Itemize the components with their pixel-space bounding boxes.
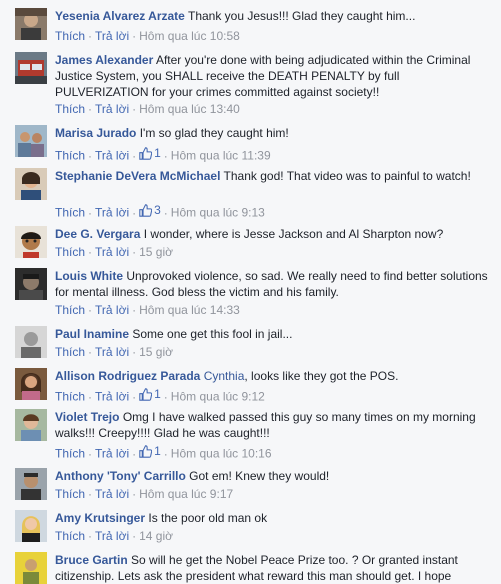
reply-button[interactable]: Trả lời: [95, 206, 129, 220]
like-count[interactable]: 1: [139, 386, 161, 402]
reply-button[interactable]: Trả lời: [95, 303, 129, 317]
comment-text: , looks like they got the POS.: [244, 369, 399, 383]
reply-button[interactable]: Trả lời: [95, 487, 129, 501]
comment-author[interactable]: Yesenia Alvarez Arzate: [55, 9, 185, 23]
comment-text: Thank you Jesus!!! Glad they caught him.…: [187, 9, 416, 23]
avatar[interactable]: [15, 468, 47, 500]
timestamp[interactable]: Hôm qua lúc 13:40: [139, 102, 240, 116]
avatar[interactable]: [15, 125, 47, 157]
avatar[interactable]: [15, 326, 47, 358]
thumbs-up-icon: [139, 387, 153, 401]
comment-text: I wonder, where is Jesse Jackson and Al …: [143, 227, 444, 241]
comment-actions: Thích · Trả lời · 1 · Hôm qua lúc 10:16: [55, 443, 272, 461]
comment-actions: Thích · Trả lời · Hôm qua lúc 13:40: [55, 102, 240, 116]
comment-actions: Thích · Trả lời · 3 · Hôm qua lúc 9:13: [55, 202, 265, 220]
comment-author[interactable]: Dee G. Vergara: [55, 227, 140, 241]
like-button[interactable]: Thích: [55, 29, 85, 43]
like-button[interactable]: Thích: [55, 303, 85, 317]
like-button[interactable]: Thích: [55, 390, 85, 404]
mention-link[interactable]: Cynthia: [204, 369, 245, 383]
avatar[interactable]: [15, 368, 47, 400]
timestamp[interactable]: Hôm qua lúc 10:58: [139, 29, 240, 43]
reply-button[interactable]: Trả lời: [95, 529, 129, 543]
reply-button[interactable]: Trả lời: [95, 149, 129, 163]
reply-button[interactable]: Trả lời: [95, 245, 129, 259]
avatar[interactable]: [15, 52, 47, 84]
avatar[interactable]: [15, 168, 47, 200]
comment-actions: Thích · Trả lời · 15 giờ: [55, 245, 173, 259]
comment-text: Some one get this fool in jail...: [132, 327, 293, 341]
comment-author[interactable]: Amy Krutsinger: [55, 511, 145, 525]
like-button[interactable]: Thích: [55, 529, 85, 543]
comment-actions: Thích · Trả lời · Hôm qua lúc 10:58: [55, 29, 240, 43]
like-button[interactable]: Thích: [55, 345, 85, 359]
comment-text: Omg I have walked passed this guy so man…: [55, 410, 476, 440]
comment-author[interactable]: Violet Trejo: [55, 410, 119, 424]
like-button[interactable]: Thích: [55, 447, 85, 461]
like-count[interactable]: 1: [139, 443, 161, 459]
like-count[interactable]: 3: [139, 202, 161, 218]
comment-text: Is the poor old man ok: [148, 511, 268, 525]
avatar[interactable]: [15, 510, 47, 542]
comment-actions: Thích · Trả lời · Hôm qua lúc 9:17: [55, 487, 234, 501]
reply-button[interactable]: Trả lời: [95, 29, 129, 43]
like-button[interactable]: Thích: [55, 206, 85, 220]
comment-actions: Thích · Trả lời · 15 giờ: [55, 345, 173, 359]
timestamp[interactable]: Hôm qua lúc 10:16: [171, 447, 272, 461]
avatar[interactable]: [15, 409, 47, 441]
comment-text: Thank god! That video was to painful to …: [223, 169, 471, 183]
timestamp[interactable]: Hôm qua lúc 9:12: [171, 390, 265, 404]
thumbs-up-icon: [139, 203, 153, 217]
timestamp[interactable]: Hôm qua lúc 9:17: [139, 487, 233, 501]
timestamp[interactable]: Hôm qua lúc 14:33: [139, 303, 240, 317]
comment-actions: Thích · Trả lời · 14 giờ: [55, 529, 173, 543]
comment-author[interactable]: Allison Rodriguez Parada: [55, 369, 200, 383]
like-count[interactable]: 1: [139, 145, 161, 161]
comment-author[interactable]: Stephanie DeVera McMichael: [55, 169, 220, 183]
timestamp[interactable]: 14 giờ: [139, 529, 173, 543]
comment-actions: Thích · Trả lời · Hôm qua lúc 14:33: [55, 303, 240, 317]
timestamp[interactable]: 15 giờ: [139, 245, 173, 259]
comment-author[interactable]: Marisa Jurado: [55, 126, 136, 140]
comment-author[interactable]: Bruce Gartin: [55, 553, 128, 567]
comment-author[interactable]: Paul Inamine: [55, 327, 129, 341]
thumbs-up-icon: [139, 444, 153, 458]
reply-button[interactable]: Trả lời: [95, 102, 129, 116]
like-button[interactable]: Thích: [55, 245, 85, 259]
avatar[interactable]: [15, 226, 47, 258]
reply-button[interactable]: Trả lời: [95, 447, 129, 461]
comment-author[interactable]: James Alexander: [55, 53, 153, 67]
avatar[interactable]: [15, 268, 47, 300]
like-button[interactable]: Thích: [55, 149, 85, 163]
timestamp[interactable]: Hôm qua lúc 11:39: [171, 149, 271, 163]
comment-author[interactable]: Louis White: [55, 269, 123, 283]
comment-text: Got em! Knew they would!: [189, 469, 330, 483]
like-button[interactable]: Thích: [55, 102, 85, 116]
comment-author[interactable]: Anthony 'Tony' Carrillo: [55, 469, 186, 483]
like-button[interactable]: Thích: [55, 487, 85, 501]
timestamp[interactable]: 15 giờ: [139, 345, 173, 359]
timestamp[interactable]: Hôm qua lúc 9:13: [171, 206, 265, 220]
reply-button[interactable]: Trả lời: [95, 390, 129, 404]
avatar[interactable]: [15, 552, 47, 584]
reply-button[interactable]: Trả lời: [95, 345, 129, 359]
avatar[interactable]: [15, 8, 47, 40]
comment-actions: Thích · Trả lời · 1 · Hôm qua lúc 11:39: [55, 145, 271, 163]
thumbs-up-icon: [139, 146, 153, 160]
comment-actions: Thích · Trả lời · 1 · Hôm qua lúc 9:12: [55, 386, 265, 404]
comment-text: I'm so glad they caught him!: [139, 126, 289, 140]
